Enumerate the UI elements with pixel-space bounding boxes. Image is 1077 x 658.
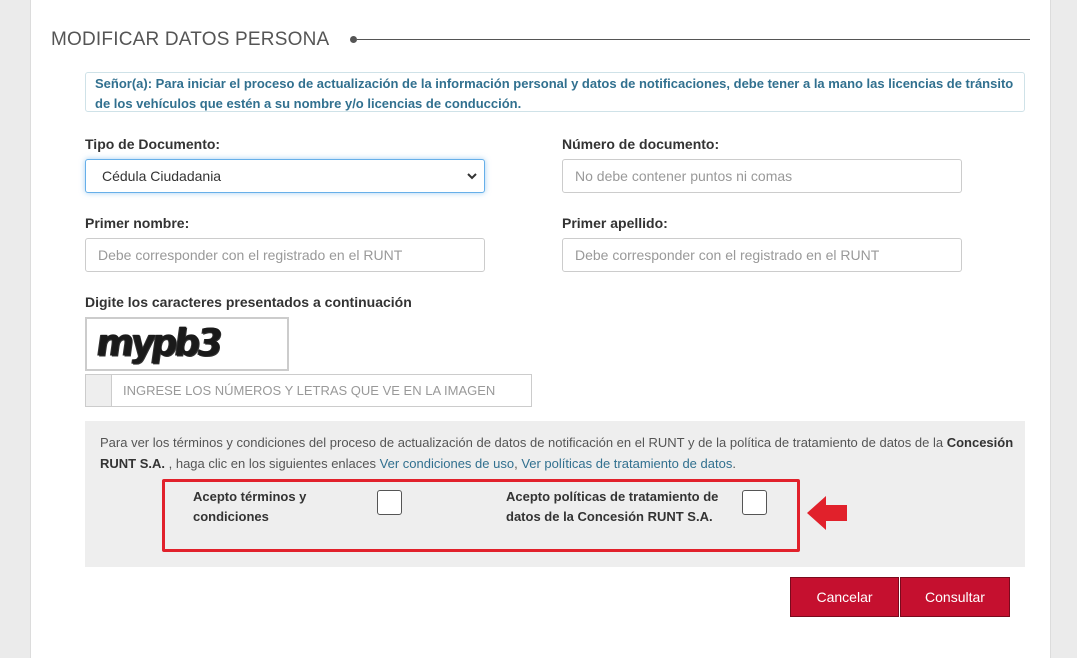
terms-text-part2: , haga clic en los siguientes enlaces [165, 456, 380, 471]
title-decoration-dot [350, 36, 357, 43]
last-name-input[interactable] [562, 238, 962, 272]
info-notice: Señor(a): Para iniciar el proceso de act… [85, 72, 1025, 112]
arrow-left-icon [807, 496, 847, 530]
captcha-input[interactable] [112, 375, 531, 406]
accept-terms-checkbox[interactable] [377, 490, 402, 515]
first-name-label: Primer nombre: [85, 215, 190, 231]
submit-button[interactable]: Consultar [900, 577, 1010, 617]
conditions-link[interactable]: Ver condiciones de uso [380, 456, 514, 471]
last-name-label: Primer apellido: [562, 215, 668, 231]
accept-policies-label: Acepto políticas de tratamiento de datos… [506, 489, 719, 524]
accept-terms-label: Acepto términos y condiciones [193, 489, 307, 524]
captcha-input-addon [86, 375, 112, 406]
accept-policies-checkbox[interactable] [742, 490, 767, 515]
captcha-label: Digite los caracteres presentados a cont… [85, 294, 412, 310]
captcha-input-group [85, 374, 532, 407]
doc-type-label: Tipo de Documento: [85, 136, 221, 152]
doc-number-label: Número de documento: [562, 136, 720, 152]
chevron-down-icon [467, 173, 477, 180]
first-name-input[interactable] [85, 238, 485, 272]
policies-link[interactable]: Ver políticas de tratamiento de datos [521, 456, 732, 471]
captcha-image-text: mypb3 [93, 321, 223, 366]
doc-number-input[interactable] [562, 159, 962, 193]
title-decoration-line [357, 39, 1030, 40]
terms-text-part1: Para ver los términos y condiciones del … [100, 435, 947, 450]
terms-text: Para ver los términos y condiciones del … [100, 432, 1015, 474]
cancel-button[interactable]: Cancelar [790, 577, 899, 617]
page-title: MODIFICAR DATOS PERSONA [51, 29, 330, 50]
terms-period: . [732, 456, 736, 471]
captcha-image: mypb3 [85, 317, 289, 371]
doc-type-selected-value: Cédula Ciudadania [102, 168, 222, 184]
doc-type-select[interactable]: Cédula Ciudadania [85, 159, 485, 193]
